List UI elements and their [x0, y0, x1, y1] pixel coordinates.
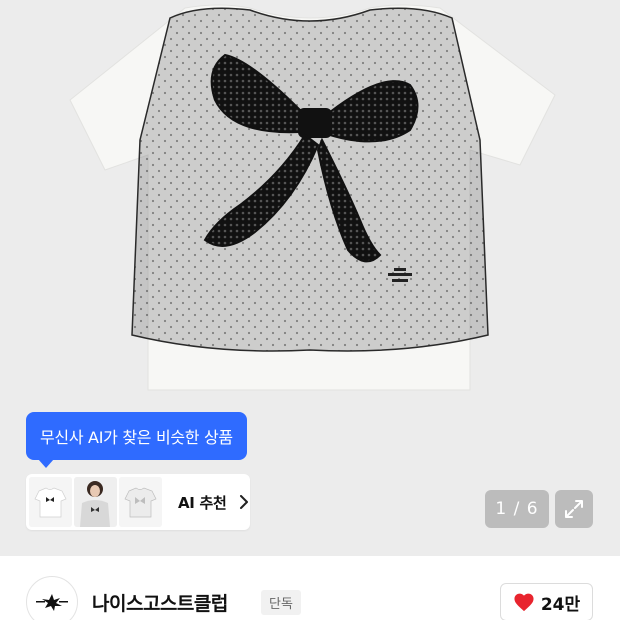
product-image-gallery[interactable]: 무신사 AI가 찾은 비슷한 상품 AI 추천 1 / 6: [0, 0, 620, 556]
image-page-counter: 1 / 6: [485, 490, 549, 528]
similar-product-thumb-1[interactable]: [29, 477, 72, 527]
exclusive-badge: 단독: [261, 590, 301, 615]
chevron-right-icon: [239, 495, 248, 509]
brand-logo[interactable]: [26, 576, 78, 620]
brand-name[interactable]: 나이스고스트클럽: [92, 589, 228, 616]
heart-icon: [514, 593, 534, 612]
like-count: 24만: [540, 594, 581, 615]
ai-bubble-text: 무신사 AI가 찾은 비슷한 상품: [40, 428, 233, 447]
similar-product-thumb-2[interactable]: [74, 477, 117, 527]
ai-recommend-card[interactable]: AI 추천: [26, 474, 250, 530]
image-counter-text: 1 / 6: [495, 499, 539, 519]
expand-image-button[interactable]: [555, 490, 593, 528]
ai-recommend-bubble[interactable]: 무신사 AI가 찾은 비슷한 상품: [26, 412, 247, 468]
like-button[interactable]: 24만: [500, 583, 593, 620]
product-image: [69, 4, 556, 391]
brand-logo-icon: [36, 594, 68, 611]
ai-recommend-label: AI 추천: [178, 493, 227, 512]
similar-product-thumb-3[interactable]: [119, 477, 162, 527]
expand-icon: [565, 500, 583, 518]
